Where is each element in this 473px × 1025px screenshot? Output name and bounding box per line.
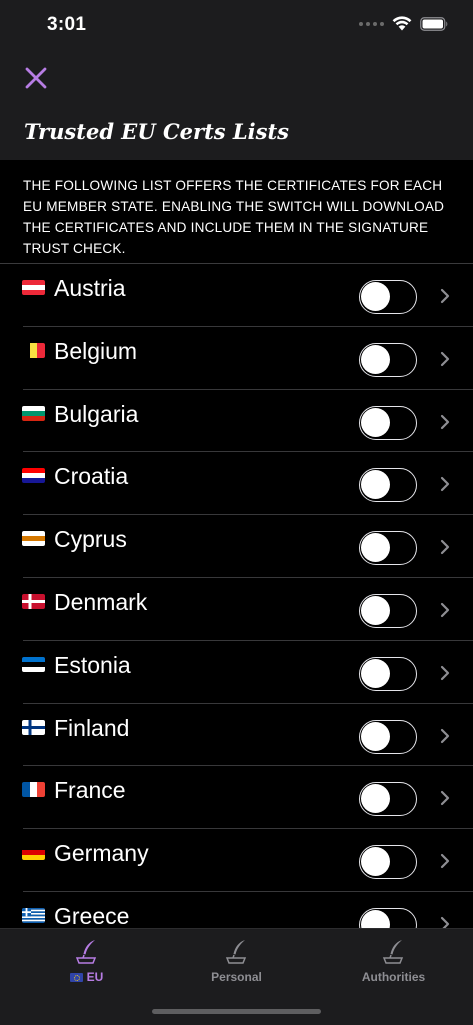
country-name: Germany [54,840,149,867]
flag-icon [22,531,45,547]
tab-bar: EU Personal Authorities [0,928,473,1025]
status-icons [359,16,449,31]
flag-icon [22,405,45,421]
list-item[interactable]: Germany [0,829,473,892]
chevron-right-icon[interactable] [438,853,452,869]
toggle-knob [361,658,390,688]
tab-personal-label: Personal [211,970,262,984]
close-button[interactable] [20,62,52,94]
toggle-knob [361,595,390,625]
tab-personal[interactable]: Personal [158,937,315,997]
chevron-right-icon[interactable] [438,414,452,430]
enable-toggle[interactable] [359,845,417,880]
country-list: Austria Belgium Bulgaria Croatia Cyprus Denma… [0,264,473,955]
country-name: Bulgaria [54,400,139,427]
enable-toggle[interactable] [359,280,417,314]
list-item[interactable]: Finland [0,704,473,767]
quill-ink-icon [382,940,403,964]
toggle-knob [361,533,390,563]
country-name: Croatia [54,463,129,490]
list-item[interactable]: Belgium [0,327,473,390]
country-name: Finland [54,714,130,741]
flag-icon [22,280,45,295]
list-item[interactable]: Austria [0,264,473,327]
battery-icon [420,16,448,31]
enable-toggle[interactable] [359,531,417,566]
country-name: Denmark [54,588,148,615]
quill-ink-icon [225,940,246,964]
tab-authorities-label-row: Authorities [315,970,472,984]
country-name: Greece [54,902,130,929]
chevron-right-icon[interactable] [438,602,452,618]
quill-ink-icon [75,940,96,964]
enable-toggle[interactable] [359,593,417,628]
list-item[interactable]: Denmark [0,578,473,641]
flag-icon [22,342,45,358]
country-name: Belgium [54,337,138,364]
flag-icon [22,468,45,484]
list-item[interactable]: France [0,766,473,830]
enable-toggle[interactable] [359,656,417,691]
country-name: Estonia [54,651,131,678]
close-icon [25,67,47,89]
toggle-knob [361,344,390,374]
flag-icon [22,593,45,609]
chevron-right-icon[interactable] [438,539,452,555]
tab-personal-label-row: Personal [158,970,315,984]
toggle-knob [361,470,390,500]
country-name: Cyprus [54,526,127,553]
flag-icon [22,845,45,861]
list-item[interactable]: Estonia [0,641,473,704]
enable-toggle[interactable] [359,342,417,377]
toggle-knob [361,847,390,877]
status-time: 3:01 [47,14,87,35]
flag-icon [22,782,45,798]
country-name: Austria [54,275,126,301]
tab-eu-label-row: EU [8,970,165,984]
signal-dots-icon [359,21,384,26]
list-item[interactable]: Croatia [0,452,473,516]
list-item[interactable]: Bulgaria [0,390,473,453]
chevron-right-icon[interactable] [438,351,452,367]
flag-icon [22,907,45,923]
eu-flag-icon [69,972,83,982]
chevron-right-icon[interactable] [438,728,452,744]
tab-eu[interactable]: EU [8,937,165,997]
enable-toggle[interactable] [359,405,417,440]
chevron-right-icon[interactable] [438,790,452,806]
chevron-right-icon[interactable] [438,476,452,492]
tab-authorities-label: Authorities [361,970,426,984]
status-bar: 3:01 [0,0,473,52]
toggle-knob [361,407,390,437]
country-name: France [54,777,126,804]
list-item[interactable]: Cyprus [0,515,473,578]
flag-icon [22,656,45,672]
page-title: Trusted EU Certs Lists [24,119,290,144]
enable-toggle[interactable] [359,782,417,817]
home-indicator [152,1009,321,1014]
header: Trusted EU Certs Lists [0,52,473,160]
chevron-right-icon[interactable] [438,665,452,681]
tab-eu-label: EU [86,970,104,984]
description-text: THE FOLLOWING LIST OFFERS THE CERTIFICAT… [23,178,445,256]
toggle-knob [361,282,390,311]
enable-toggle[interactable] [359,468,417,503]
enable-toggle[interactable] [359,719,417,754]
chevron-right-icon[interactable] [438,288,452,304]
toggle-knob [361,721,390,751]
tab-authorities[interactable]: Authorities [315,937,472,997]
flag-icon [22,719,45,735]
wifi-icon [392,16,412,31]
toggle-knob [361,784,390,814]
